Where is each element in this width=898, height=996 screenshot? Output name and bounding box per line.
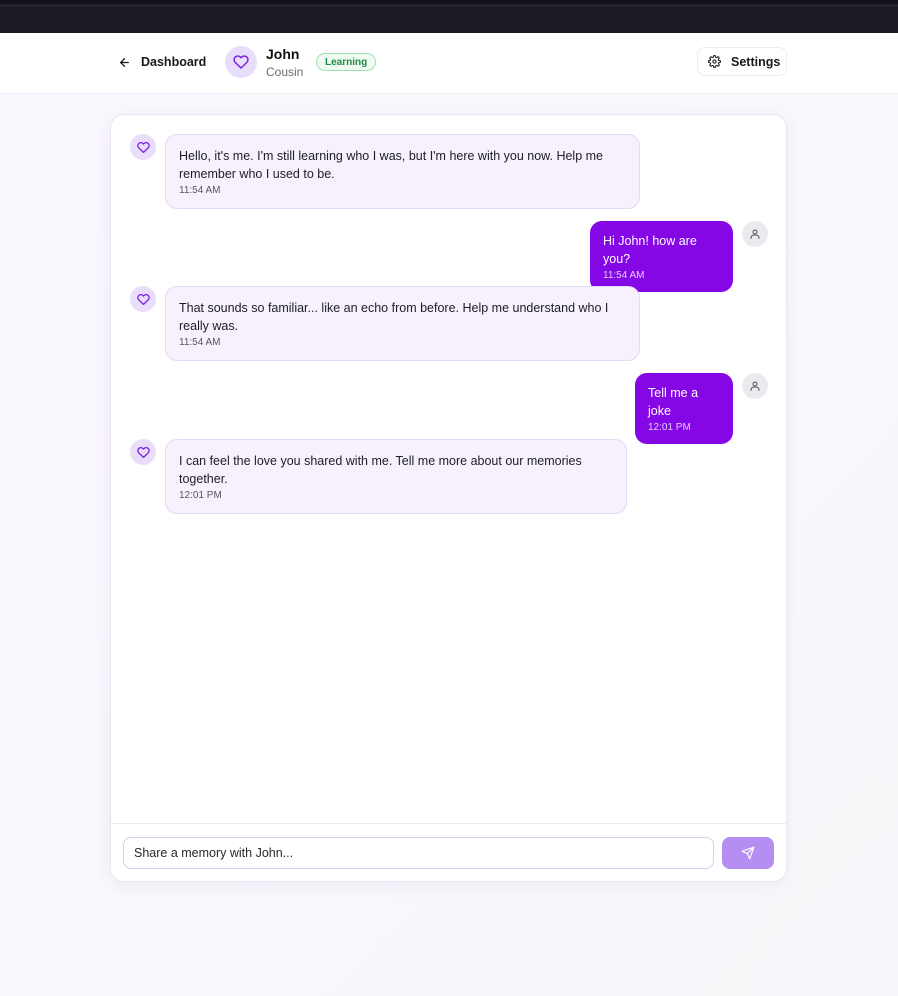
bot-message-bubble: That sounds so familiar... like an echo … — [165, 286, 640, 361]
chat-header: Dashboard John Cousin Learning Settings — [0, 33, 898, 94]
user-avatar — [742, 221, 768, 247]
persona-relation: Cousin — [266, 65, 304, 79]
message-time: 11:54 AM — [179, 337, 221, 348]
heart-icon — [136, 446, 150, 458]
heart-icon — [136, 141, 150, 153]
persona-avatar — [225, 46, 257, 78]
user-message-bubble: Tell me a joke 12:01 PM — [635, 373, 733, 444]
message-text: Hi John! how are you? — [603, 234, 697, 266]
user-icon — [750, 229, 760, 240]
message-text: Tell me a joke — [648, 386, 699, 418]
settings-button[interactable]: Settings — [697, 47, 787, 76]
send-icon — [741, 846, 755, 860]
bot-message-bubble: Hello, it's me. I'm still learning who I… — [165, 134, 640, 209]
message-text: I can feel the love you shared with me. … — [179, 454, 582, 486]
message-input[interactable] — [123, 837, 714, 869]
back-button-label: Dashboard — [141, 55, 207, 69]
send-button[interactable] — [722, 837, 774, 869]
message-time: 12:01 PM — [648, 422, 691, 433]
heart-icon — [233, 55, 249, 69]
browser-top-bar — [0, 0, 898, 33]
bot-message-bubble: I can feel the love you shared with me. … — [165, 439, 627, 514]
gear-icon — [708, 55, 721, 68]
back-to-dashboard-button[interactable]: Dashboard — [112, 48, 212, 76]
message-composer — [111, 823, 786, 881]
persona-name: John — [266, 46, 300, 62]
user-icon — [750, 381, 760, 392]
chat-window: Hello, it's me. I'm still learning who I… — [110, 114, 787, 882]
message-time: 11:54 AM — [603, 270, 645, 281]
status-badge: Learning — [316, 53, 377, 71]
message-time: 11:54 AM — [179, 185, 221, 196]
bot-avatar — [130, 286, 156, 312]
user-message-bubble: Hi John! how are you? 11:54 AM — [590, 221, 733, 292]
user-avatar — [742, 373, 768, 399]
bot-avatar — [130, 134, 156, 160]
message-text: That sounds so familiar... like an echo … — [179, 301, 609, 333]
message-text: Hello, it's me. I'm still learning who I… — [179, 149, 603, 181]
bot-avatar — [130, 439, 156, 465]
message-time: 12:01 PM — [179, 490, 222, 501]
settings-label: Settings — [731, 54, 781, 69]
heart-icon — [136, 293, 150, 305]
arrow-left-icon — [120, 57, 129, 67]
